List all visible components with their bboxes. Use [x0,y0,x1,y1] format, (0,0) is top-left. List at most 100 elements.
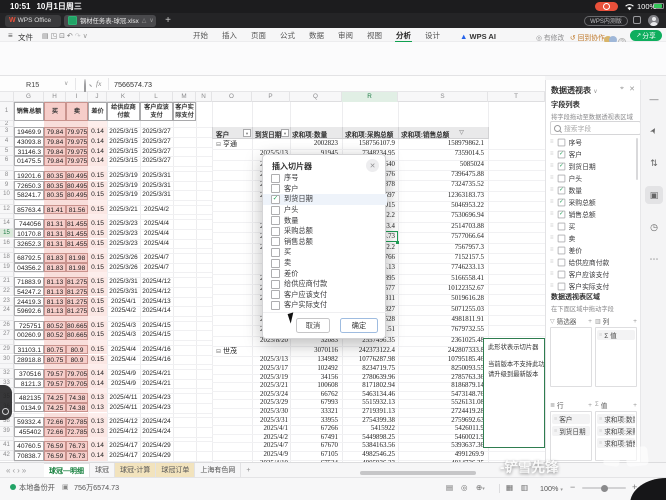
cell-h35[interactable]: 74.25 [44,393,66,403]
hamburger-menu-icon[interactable]: ≡ [8,31,13,40]
cell-j10[interactable]: 0.15 [88,190,107,200]
cell-h14[interactable]: 81.31 [44,219,66,229]
cell-h6[interactable]: 79.84 [44,156,66,166]
area-box-列[interactable]: ≡Σ 值 [595,327,637,387]
checkbox-unchecked-icon[interactable] [271,227,280,236]
pivot-sales-cell[interactable]: 2514703.88 [390,222,484,232]
pivot-funnel-icon[interactable]: ▽ [457,129,466,137]
sheet-tab-球冠[interactable]: 球冠 [90,463,115,477]
close-pane-icon[interactable]: ✕ [629,85,635,93]
cell-l39[interactable]: 2025/4/24 [140,427,173,437]
cell-g39[interactable]: 455402 [14,427,44,437]
pane-field-销售总额[interactable]: ≡✓销售总额 [550,208,636,220]
cell-k15[interactable]: 2025/3/23 [107,229,140,239]
cell-i39[interactable]: 72.785 [66,427,88,437]
drag-handle-icon[interactable]: ≡ [550,175,554,181]
dialog-field-序号[interactable]: 序号 [263,173,387,184]
fx-icon[interactable]: fx [96,79,101,88]
cell-j42[interactable]: 0.14 [88,451,107,461]
row-header-6[interactable]: 6 [0,156,14,166]
pivot-purchase-cell[interactable]: 5463134.46 [300,391,395,400]
pivot-sales-cell[interactable]: 7746233.13 [390,263,484,273]
cell-g23[interactable]: 24419.3 [14,297,44,307]
pivot-sales-cell[interactable]: 7679732.55 [390,325,484,335]
cell-g19[interactable]: 04356.2 [14,263,44,273]
cell-l23[interactable]: 2025/4/13 [140,297,173,307]
zoom-slider-handle[interactable] [601,485,608,492]
row-header-29[interactable]: 29 [0,345,14,355]
cell-l21[interactable]: 2025/4/12 [140,277,173,287]
cell-k39[interactable]: 2025/4/12 [107,427,140,437]
cell-l38[interactable]: 2025/4/24 [140,417,173,427]
minimize-pane-icon[interactable]: — [645,90,663,108]
cell-h21[interactable]: 81.13 [44,277,66,287]
cell-j27[interactable]: 0.15 [88,330,107,340]
checkbox-unchecked-icon[interactable] [557,246,565,254]
cell-j19[interactable]: 0.15 [88,263,107,273]
cell-i22[interactable]: 81.275 [66,287,88,297]
cell-g38[interactable]: 59332.4 [14,417,44,427]
row-header-32[interactable]: 32 [0,369,14,379]
cell-k27[interactable]: 2025/4/3 [107,330,140,340]
back-to-collab-button[interactable]: ↺ 回到协作 [570,32,605,42]
dialog-ok-button[interactable]: 确定 [340,318,378,333]
cell-k23[interactable]: 2025/4/1 [107,297,140,307]
ribbon-tab-插入[interactable]: 插入 [215,27,244,43]
cell-l22[interactable]: 2025/4/12 [140,287,173,297]
pivot-group-cell[interactable]: ⊟世茂 [216,346,252,356]
pivot-sales-cell[interactable]: 10795185.46 [390,356,484,365]
cell-i5[interactable]: 79.975 [66,147,88,157]
cell-l36[interactable]: 2025/4/23 [140,403,173,413]
cell-h3[interactable]: 79.84 [44,127,66,137]
normal-view-icon[interactable]: ▦ [506,483,513,492]
drag-handle-icon[interactable]: ≡ [550,271,554,277]
drag-handle-icon[interactable]: ≡ [550,163,554,169]
sheet-tab-球冠订单[interactable]: 球冠订单 [156,463,195,477]
rotate-icon[interactable]: ⊕▾ [476,483,485,492]
cell-g22[interactable]: 54247.2 [14,287,44,297]
row-header-4[interactable]: 4 [0,137,14,147]
cell-h10[interactable]: 80.35 [44,190,66,200]
page-view-icon[interactable]: ▥ [521,483,528,492]
sheet-nav-arrows[interactable]: «‹›» [6,466,28,475]
cell-k41[interactable]: 2025/4/17 [107,441,140,451]
collapse-group-icon[interactable]: ⊟ [216,142,221,148]
column-header-S[interactable]: S [398,92,488,102]
more-options-icon[interactable]: ⋯ [645,250,663,268]
name-box-chevron-icon[interactable]: ∨ [64,80,68,87]
cell-h23[interactable]: 81.13 [44,297,66,307]
collapse-group-icon[interactable]: ⊟ [216,349,221,355]
pivot-sales-cell[interactable]: 5019616.28 [390,294,484,304]
cell-i4[interactable]: 79.975 [66,137,88,147]
cell-i23[interactable]: 81.275 [66,297,88,307]
cell-i24[interactable]: 81.275 [66,306,88,316]
row-header-15[interactable]: 15 [0,229,14,239]
row-header-3[interactable]: 3 [0,127,14,137]
pane-field-数量[interactable]: ≡✓数量 [550,184,636,196]
cell-i8[interactable]: 80.495 [66,171,88,181]
pivot-filter-dropdown-icon[interactable]: ▾ [281,129,289,137]
pivot-sales-cell[interactable]: 5085024 [390,160,484,170]
area-add-icon[interactable]: + [588,402,592,409]
pivot-sales-cell[interactable]: 5071255.03 [390,305,484,315]
cell-i3[interactable]: 79.975 [66,127,88,137]
pivot-purchase-cell[interactable]: 8234719.75 [300,365,395,374]
cell-j29[interactable]: 0.15 [88,345,107,355]
cell-g6[interactable]: 01475.5 [14,156,44,166]
cell-h18[interactable]: 81.83 [44,253,66,263]
drag-handle-icon[interactable]: ≡ [550,283,554,289]
dialog-field-买[interactable]: 买 [263,247,387,258]
pivot-sales-cell[interactable]: 2361025.48 [390,336,484,346]
cell-h30[interactable]: 80.75 [44,355,66,365]
cell-i14[interactable]: 81.455 [66,219,88,229]
dialog-field-销售总额[interactable]: 销售总额 [263,237,387,248]
row-header-5[interactable]: 5 [0,147,14,157]
ribbon-tab-分析[interactable]: 分析 [389,27,418,43]
ribbon-tab-视图[interactable]: 视图 [360,27,389,43]
row-header-19[interactable]: 19 [0,263,14,273]
pivot-sales-cell[interactable]: 2724419.28 [390,408,484,417]
row-header-24[interactable]: 24 [0,306,14,316]
cell-j41[interactable]: 0.14 [88,441,107,451]
pivot-sales-cell[interactable]: 5526131.08 [390,399,484,408]
sheet-tab-球冠—明细[interactable]: 球冠—明细 [44,463,90,478]
